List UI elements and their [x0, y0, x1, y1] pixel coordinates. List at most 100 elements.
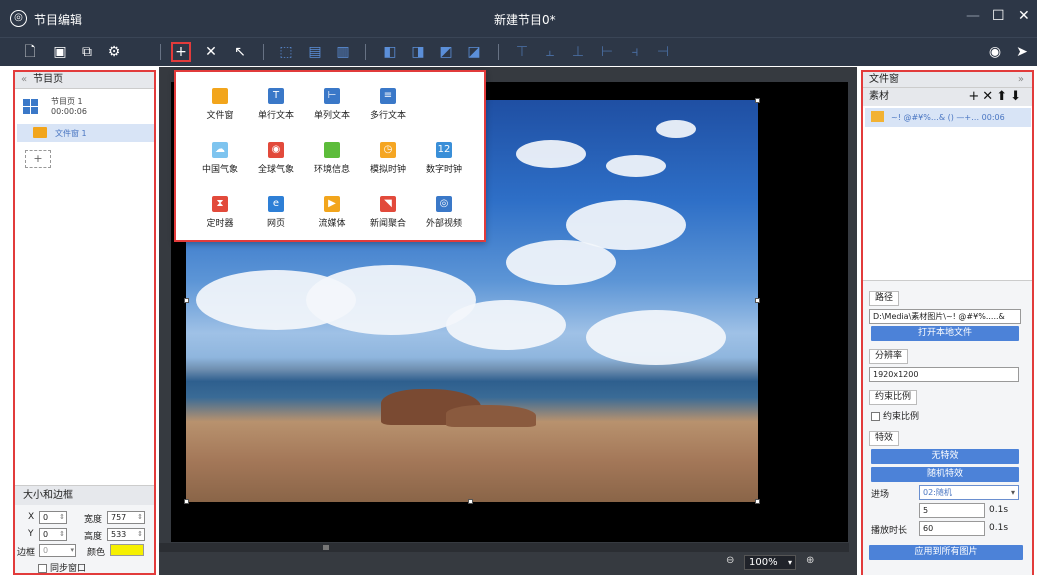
add-page-button[interactable]: + — [25, 150, 51, 168]
align-width-icon[interactable]: ▤ — [305, 42, 325, 62]
page-item[interactable]: 节目页 1 00:00:06 — [19, 94, 153, 122]
menu-item-12[interactable]: ◥ 新闻聚合 — [360, 196, 416, 229]
border-value: 0 — [43, 546, 49, 555]
menu-item-10[interactable]: e 网页 — [248, 196, 304, 229]
border-select[interactable]: 0 ▾ — [39, 544, 76, 557]
move-up-icon[interactable]: ⬆ — [996, 89, 1010, 104]
window-name: 文件窗 1 — [55, 129, 87, 138]
new-file-icon[interactable]: 🗋 — [20, 42, 40, 62]
path-field[interactable]: D:\Media\素材图片\~! @#¥%.....& — [869, 309, 1021, 324]
collapse-icon[interactable]: « — [21, 74, 27, 85]
menu-item-3[interactable]: ≡ 多行文本 — [360, 88, 416, 121]
resize-handle[interactable] — [755, 298, 760, 303]
maximize-button[interactable]: ☐ — [992, 8, 1005, 24]
delete-icon[interactable]: ✕ — [201, 42, 221, 62]
menu-item-2[interactable]: ⊢ 单列文本 — [304, 88, 360, 121]
color-swatch[interactable] — [110, 544, 144, 556]
resize-handle[interactable] — [468, 499, 473, 504]
x-label: X — [28, 512, 35, 522]
random-effect-button[interactable]: 随机特效 — [871, 467, 1019, 482]
open-local-file-button[interactable]: 打开本地文件 — [871, 326, 1019, 341]
window-item[interactable]: 文件窗 1 — [17, 124, 154, 142]
cloud — [656, 120, 696, 138]
scroll-thumb[interactable] — [323, 545, 329, 550]
expand-icon[interactable]: » — [1018, 72, 1024, 88]
folder-icon — [212, 88, 228, 104]
layer-up-icon[interactable]: ◩ — [436, 42, 456, 62]
enter-label: 进场 — [871, 490, 890, 500]
toolbar: 🗋 ▣ ⧉ ⚙ + ✕ ↖ ⬚ ▤ ▥ ◧ ◨ ◩ ◪ ⊤ ⫠ ⊥ ⊢ ⫞ ⊣ … — [0, 37, 1037, 66]
border-label: 边框 — [17, 548, 36, 558]
y-input[interactable]: 0 ⇕ — [39, 528, 67, 541]
export-icon[interactable]: ⧉ — [77, 42, 97, 62]
menu-item-5[interactable]: ◉ 全球气象 — [248, 142, 304, 175]
resize-handle[interactable] — [184, 499, 189, 504]
close-button[interactable]: ✕ — [1018, 8, 1030, 24]
align-bottom-icon[interactable]: ⊥ — [568, 42, 588, 62]
effect-label: 特效 — [869, 431, 900, 446]
resize-handle[interactable] — [755, 98, 760, 103]
toolbar-separator — [160, 44, 161, 60]
zoom-select[interactable]: 100% ▾ — [744, 555, 796, 570]
material-item[interactable]: ~! @#¥%…& () —+… 00:06 — [865, 108, 1031, 127]
layer-down-icon[interactable]: ◪ — [464, 42, 484, 62]
add-icon[interactable]: + — [171, 42, 191, 62]
resize-handle[interactable] — [184, 298, 189, 303]
cloud — [516, 140, 586, 168]
align-right-icon[interactable]: ⊣ — [653, 42, 673, 62]
menu-item-13[interactable]: ◎ 外部视频 — [416, 196, 472, 229]
width-input[interactable]: 757 ⇕ — [107, 511, 145, 524]
pointer-icon[interactable]: ↖ — [230, 42, 250, 62]
enter-select[interactable]: 02:随机 ▾ — [919, 485, 1019, 500]
apply-all-button[interactable]: 应用到所有图片 — [869, 545, 1023, 560]
align-height-icon[interactable]: ▥ — [333, 42, 353, 62]
enter-time-field[interactable]: 5 — [919, 503, 985, 518]
ratio-checkbox[interactable]: 约束比例 — [871, 409, 919, 422]
menu-item-label: 单行文本 — [257, 111, 294, 121]
title-bar: ◎ 节目编辑 新建节目0* — ☐ ✕ — [0, 0, 1037, 37]
send-back-icon[interactable]: ◨ — [408, 42, 428, 62]
menu-item-0[interactable]: 文件窗 — [192, 88, 248, 121]
menu-item-label: 数字时钟 — [425, 165, 462, 175]
zoom-control: ⊖ 100% ▾ ⊕ — [724, 555, 854, 571]
resize-handle[interactable] — [755, 499, 760, 504]
x-input[interactable]: 0 ⇕ — [39, 511, 67, 524]
align-top-icon[interactable]: ⊤ — [512, 42, 532, 62]
send-icon[interactable]: ➤ — [1012, 42, 1032, 62]
menu-item-4[interactable]: ☁ 中国气象 — [192, 142, 248, 175]
analog-clock-icon: ◷ — [380, 142, 396, 158]
x-value: 0 — [43, 513, 49, 522]
menu-item-label: 外部视频 — [425, 219, 462, 229]
menu-item-11[interactable]: ▶ 流媒体 — [304, 196, 360, 229]
menu-item-9[interactable]: ⧗ 定时器 — [192, 196, 248, 229]
menu-item-6[interactable]: 环境信息 — [304, 142, 360, 175]
menu-item-1[interactable]: T 单行文本 — [248, 88, 304, 121]
preview-icon[interactable]: ◉ — [985, 42, 1005, 62]
play-duration-label: 播放时长 — [871, 526, 908, 536]
bring-front-icon[interactable]: ◧ — [380, 42, 400, 62]
remove-material-icon[interactable]: ✕ — [982, 89, 996, 104]
menu-item-8[interactable]: 12 数字时钟 — [416, 142, 472, 175]
resolution-field[interactable]: 1920x1200 — [869, 367, 1019, 382]
sync-window-checkbox[interactable]: 同步窗口 — [38, 561, 86, 574]
materials-title: 素材 — [869, 91, 889, 102]
align-hcenter-icon[interactable]: ⫞ — [625, 42, 645, 62]
fit-icon[interactable]: ⬚ — [276, 42, 296, 62]
play-duration-field[interactable]: 60 — [919, 521, 985, 536]
enter-value: 02:随机 — [923, 488, 952, 497]
align-left-icon[interactable]: ⊢ — [597, 42, 617, 62]
menu-item-7[interactable]: ◷ 模拟时钟 — [360, 142, 416, 175]
no-effect-button[interactable]: 无特效 — [871, 449, 1019, 464]
zoom-in-icon[interactable]: ⊕ — [806, 555, 814, 566]
height-input[interactable]: 533 ⇕ — [107, 528, 145, 541]
horizontal-scrollbar[interactable] — [159, 543, 849, 552]
align-vcenter-icon[interactable]: ⫠ — [540, 42, 560, 62]
settings-icon[interactable]: ⚙ — [104, 42, 124, 62]
zoom-out-icon[interactable]: ⊖ — [726, 555, 734, 566]
single-column-text-icon: ⊢ — [324, 88, 340, 104]
minimize-button[interactable]: — — [966, 8, 980, 24]
save-icon[interactable]: ▣ — [50, 42, 70, 62]
menu-item-label: 模拟时钟 — [369, 165, 406, 175]
add-material-icon[interactable]: + — [968, 89, 982, 104]
move-down-icon[interactable]: ⬇ — [1010, 89, 1024, 104]
